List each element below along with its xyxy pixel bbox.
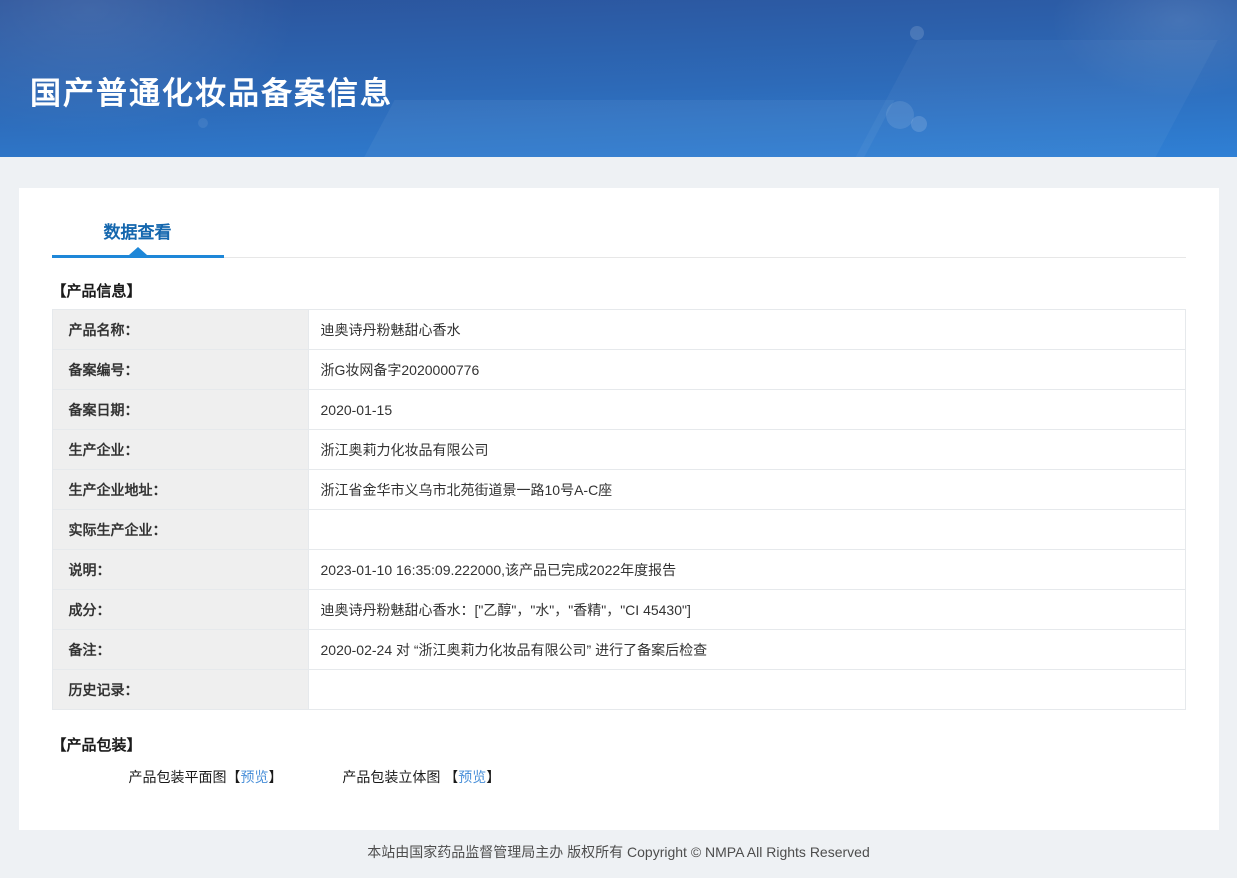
row-label: 历史记录： bbox=[52, 670, 308, 710]
bracket-close: 】 bbox=[269, 769, 283, 785]
packaging-item-3d: 产品包装立体图 【预览】 bbox=[342, 767, 500, 787]
packaging-3d-preview-link[interactable]: 预览 bbox=[458, 769, 486, 785]
table-row: 说明： 2023-01-10 16:35:09.222000,该产品已完成202… bbox=[52, 550, 1185, 590]
row-value bbox=[308, 510, 1185, 550]
banner-decoration bbox=[1050, 0, 1237, 100]
packaging-flat-label: 产品包装平面图 bbox=[129, 769, 227, 785]
content-card: 数据查看 【产品信息】 产品名称： 迪奥诗丹粉魅甜心香水 备案编号： 浙G妆网备… bbox=[19, 188, 1219, 830]
product-info-table: 产品名称： 迪奥诗丹粉魅甜心香水 备案编号： 浙G妆网备字2020000776 … bbox=[52, 309, 1186, 710]
table-row: 生产企业： 浙江奥莉力化妆品有限公司 bbox=[52, 430, 1185, 470]
packaging-item-flat: 产品包装平面图【预览】 bbox=[129, 767, 283, 787]
tab-active-underline bbox=[52, 255, 224, 258]
tab-data-view[interactable]: 数据查看 bbox=[52, 188, 224, 257]
section-title-packaging: 【产品包装】 bbox=[52, 734, 1186, 755]
banner-decoration-dot bbox=[910, 26, 924, 40]
row-value: 2023-01-10 16:35:09.222000,该产品已完成2022年度报… bbox=[308, 550, 1185, 590]
row-label: 产品名称： bbox=[52, 310, 308, 350]
row-value: 浙G妆网备字2020000776 bbox=[308, 350, 1185, 390]
section-title-product-info: 【产品信息】 bbox=[52, 280, 1186, 301]
row-label: 备案日期： bbox=[52, 390, 308, 430]
row-value: 迪奥诗丹粉魅甜心香水：["乙醇"，"水"，"香精"，"CI 45430"] bbox=[308, 590, 1185, 630]
table-row: 成分： 迪奥诗丹粉魅甜心香水：["乙醇"，"水"，"香精"，"CI 45430"… bbox=[52, 590, 1185, 630]
row-value: 2020-01-15 bbox=[308, 390, 1185, 430]
row-value bbox=[308, 670, 1185, 710]
row-label: 实际生产企业： bbox=[52, 510, 308, 550]
table-row: 生产企业地址： 浙江省金华市义乌市北苑街道景一路10号A-C座 bbox=[52, 470, 1185, 510]
table-row: 备案编号： 浙G妆网备字2020000776 bbox=[52, 350, 1185, 390]
packaging-row: 产品包装平面图【预览】 产品包装立体图 【预览】 bbox=[129, 767, 1186, 787]
banner-decoration bbox=[822, 40, 1218, 157]
tab-active-caret-icon bbox=[129, 247, 147, 255]
table-row: 产品名称： 迪奥诗丹粉魅甜心香水 bbox=[52, 310, 1185, 350]
page-title: 国产普通化妆品备案信息 bbox=[30, 68, 393, 113]
copyright-text: 本站由国家药品监督管理局主办 版权所有 Copyright © NMPA All… bbox=[367, 844, 869, 860]
packaging-3d-label: 产品包装立体图 bbox=[342, 769, 444, 785]
table-row: 实际生产企业： bbox=[52, 510, 1185, 550]
table-row: 备案日期： 2020-01-15 bbox=[52, 390, 1185, 430]
row-value: 浙江奥莉力化妆品有限公司 bbox=[308, 430, 1185, 470]
row-value: 迪奥诗丹粉魅甜心香水 bbox=[308, 310, 1185, 350]
banner-decoration-dot bbox=[198, 118, 208, 128]
row-label: 备案编号： bbox=[52, 350, 308, 390]
bracket-close: 】 bbox=[486, 769, 500, 785]
row-label: 生产企业地址： bbox=[52, 470, 308, 510]
packaging-flat-preview-link[interactable]: 预览 bbox=[241, 769, 269, 785]
row-label: 生产企业： bbox=[52, 430, 308, 470]
tab-data-view-label: 数据查看 bbox=[104, 223, 172, 242]
page-footer: 本站由国家药品监督管理局主办 版权所有 Copyright © NMPA All… bbox=[0, 830, 1237, 862]
row-label: 成分： bbox=[52, 590, 308, 630]
table-row: 备注： 2020-02-24 对 “浙江奥莉力化妆品有限公司” 进行了备案后检查 bbox=[52, 630, 1185, 670]
banner-decoration-dot bbox=[911, 116, 927, 132]
table-row: 历史记录： bbox=[52, 670, 1185, 710]
bracket-open: 【 bbox=[227, 769, 241, 785]
row-value: 2020-02-24 对 “浙江奥莉力化妆品有限公司” 进行了备案后检查 bbox=[308, 630, 1185, 670]
banner-decoration bbox=[325, 100, 894, 157]
bracket-open: 【 bbox=[444, 769, 458, 785]
row-label: 说明： bbox=[52, 550, 308, 590]
row-label: 备注： bbox=[52, 630, 308, 670]
row-value: 浙江省金华市义乌市北苑街道景一路10号A-C座 bbox=[308, 470, 1185, 510]
page-banner: 国产普通化妆品备案信息 bbox=[0, 0, 1237, 157]
banner-decoration-dot bbox=[886, 101, 914, 129]
tab-bar: 数据查看 bbox=[52, 188, 1186, 258]
